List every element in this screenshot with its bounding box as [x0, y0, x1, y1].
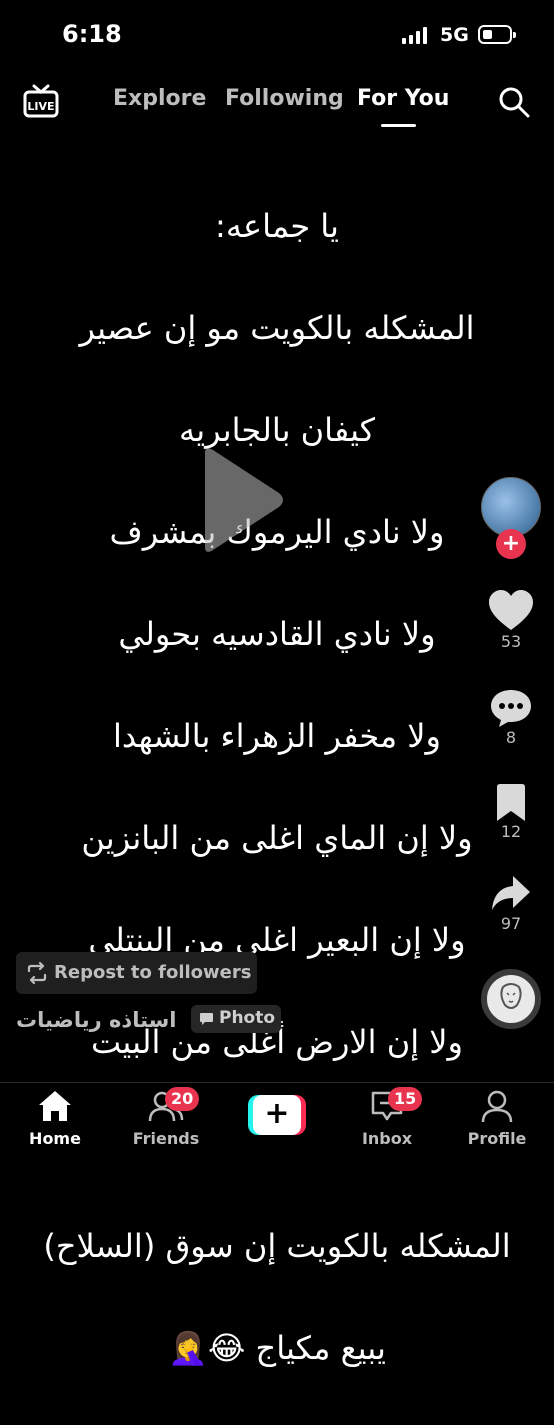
lion-logo-icon [500, 983, 522, 1009]
nav-home-label: Home [29, 1129, 81, 1148]
live-label: LIVE [27, 100, 54, 113]
share-count: 97 [500, 914, 522, 933]
post-line: ولا مخفر الزهراء بالشهدا [112, 717, 441, 755]
heart-icon [489, 590, 533, 630]
create-button[interactable]: + [248, 1095, 306, 1135]
save-button[interactable]: 12 [476, 784, 546, 841]
tab-for-you[interactable]: For You [357, 86, 449, 111]
nav-friends[interactable]: Friends 20 [121, 1087, 211, 1148]
nav-home[interactable]: Home [10, 1089, 100, 1148]
post-line: ولا إن الماي اغلى من البانزين [81, 819, 473, 857]
post-line: المشكله بالكويت مو إن عصير [79, 309, 475, 347]
live-icon[interactable]: LIVE [22, 82, 60, 120]
status-time: 6:18 [62, 20, 122, 48]
repost-icon [27, 962, 47, 984]
post-line: يبيع مكياج 😂🤦‍♀️ [168, 1329, 386, 1367]
search-icon[interactable] [498, 86, 530, 118]
post-text: يا جماعه: المشكله بالكويت مو إن عصير كيف… [0, 150, 554, 1425]
play-icon[interactable] [195, 445, 285, 555]
repost-button[interactable]: Repost to followers [16, 952, 257, 994]
post-line: المشكله بالكويت إن سوق (السلاح) [43, 1227, 511, 1265]
music-disc-icon[interactable] [481, 969, 541, 1029]
comment-button[interactable]: 8 [476, 688, 546, 747]
post-line: ولا نادي القادسيه بحولي [118, 615, 436, 653]
photo-label: Photo [219, 1008, 276, 1028]
follow-button[interactable]: + [496, 529, 526, 559]
creator-avatar[interactable] [481, 477, 541, 537]
top-nav: LIVE Explore Following For You [0, 72, 554, 132]
nav-inbox[interactable]: Inbox 15 [342, 1087, 432, 1148]
nav-friends-label: Friends [132, 1129, 200, 1148]
battery-icon [478, 25, 516, 44]
status-bar: 6:18 5G [0, 0, 554, 72]
inbox-badge: 15 [388, 1087, 423, 1111]
tab-following[interactable]: Following [225, 86, 344, 111]
bookmark-icon [497, 784, 525, 821]
post-line: يا جماعه: [215, 207, 339, 245]
repost-label: Repost to followers [54, 962, 252, 983]
nav-profile[interactable]: Profile [452, 1089, 542, 1148]
save-count: 12 [500, 822, 522, 841]
photo-badge: Photo [191, 1005, 281, 1033]
network-type: 5G [440, 24, 469, 46]
nav-inbox-label: Inbox [361, 1129, 413, 1148]
share-arrow-icon [492, 876, 530, 910]
nav-profile-label: Profile [467, 1129, 527, 1148]
home-icon [39, 1091, 71, 1121]
profile-icon [481, 1090, 513, 1123]
active-tab-indicator [381, 124, 416, 127]
author-name[interactable]: استاذه رياضيات [16, 1008, 177, 1032]
like-count: 53 [500, 632, 522, 651]
signal-icon [402, 26, 428, 44]
plus-icon: + [253, 1095, 301, 1135]
comment-icon [491, 690, 531, 727]
friends-badge: 20 [165, 1087, 200, 1111]
avatar [481, 477, 541, 537]
comment-count: 8 [505, 728, 517, 747]
share-button[interactable]: 97 [476, 874, 546, 933]
like-button[interactable]: 53 [476, 590, 546, 651]
tab-explore[interactable]: Explore [113, 86, 206, 111]
photo-icon [200, 1013, 213, 1025]
bottom-nav: Home Friends 20 + Inbox 15 Profile [0, 1082, 554, 1200]
